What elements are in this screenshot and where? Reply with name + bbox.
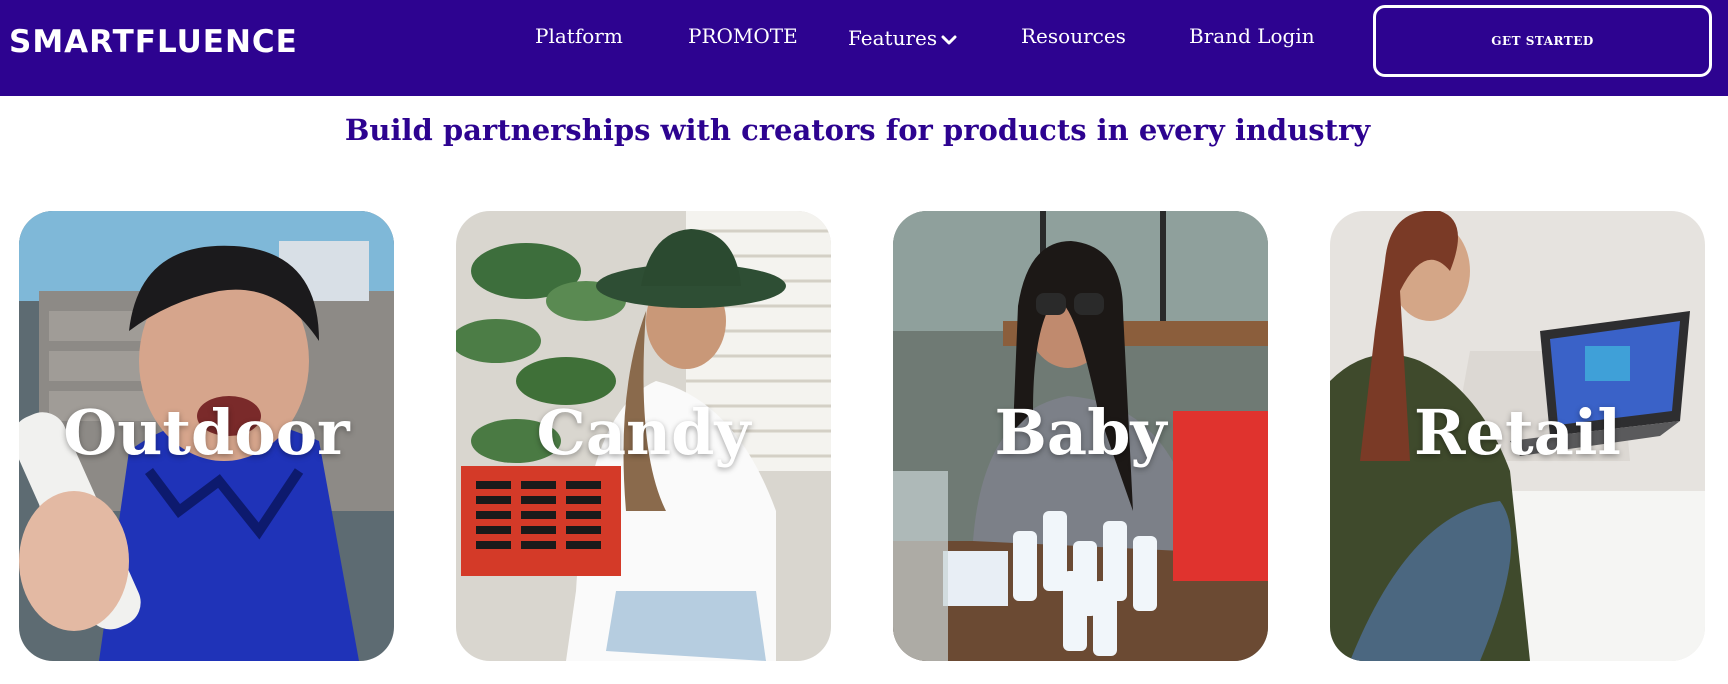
category-label-outdoor: Outdoor [63, 396, 350, 469]
top-navbar: SMARTFLUENCE Platform PROMOTE Features R… [0, 0, 1728, 96]
get-started-button[interactable]: GET STARTED [1373, 5, 1712, 77]
nav-features-label: Features [848, 26, 938, 50]
category-card-retail[interactable]: Retail [1330, 211, 1705, 661]
category-card-outdoor[interactable]: Outdoor [19, 211, 394, 661]
category-label-baby: Baby [994, 396, 1167, 469]
hero-tagline: Build partnerships with creators for pro… [344, 113, 1371, 147]
category-label-candy: Candy [536, 396, 751, 469]
category-card-candy[interactable]: Candy [456, 211, 831, 661]
category-card-baby[interactable]: Baby [893, 211, 1268, 661]
brand-logo[interactable]: SMARTFLUENCE [9, 24, 298, 60]
nav-brand-login-link[interactable]: Brand Login [1189, 24, 1315, 48]
nav-promote-link[interactable]: PROMOTE [688, 24, 798, 48]
category-label-retail: Retail [1414, 396, 1621, 469]
nav-platform-link[interactable]: Platform [535, 24, 623, 48]
nav-resources-link[interactable]: Resources [1021, 24, 1126, 48]
nav-features-dropdown[interactable]: Features [848, 26, 957, 50]
chevron-down-icon [941, 35, 957, 45]
